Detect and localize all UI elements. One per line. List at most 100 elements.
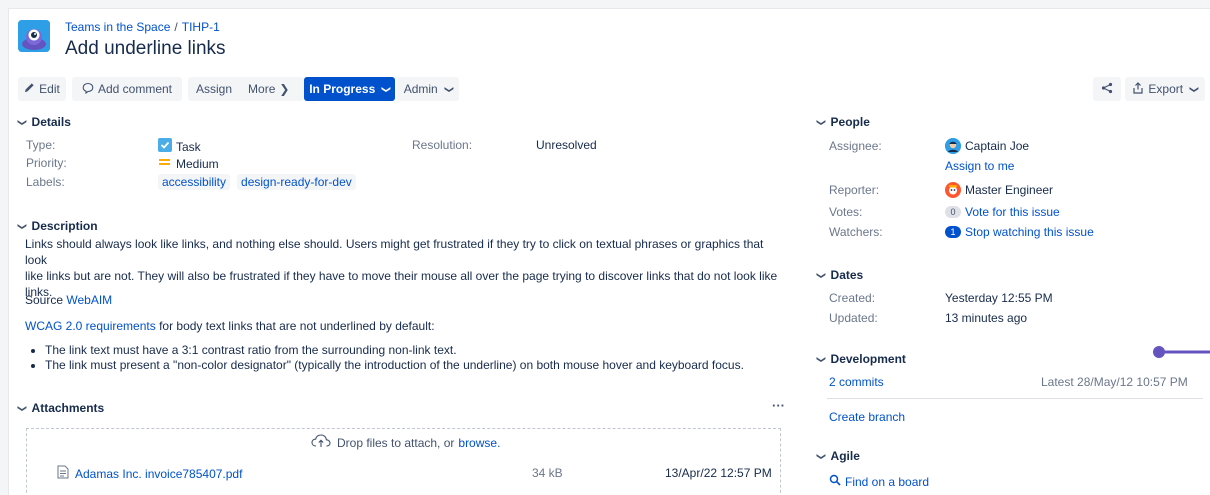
status-label: In Progress — [309, 82, 376, 96]
type-label: Type: — [26, 138, 56, 152]
assignee-value[interactable]: Captain Joe — [945, 138, 1029, 154]
agile-heading: Agile — [830, 449, 860, 463]
attachments-section-toggle[interactable]: ❯ Attachments — [17, 401, 104, 415]
attachment-file-link[interactable]: Adamas Inc. invoice785407.pdf — [75, 467, 242, 481]
export-button-label: Export — [1148, 82, 1184, 96]
details-section-toggle[interactable]: ❯ Details — [17, 115, 71, 129]
labels-list: accessibility design-ready-for-dev — [158, 174, 359, 190]
breadcrumb-project-link[interactable]: Teams in the Space — [65, 20, 170, 34]
stop-watching-link[interactable]: Stop watching this issue — [965, 225, 1094, 239]
reporter-value[interactable]: Master Engineer — [945, 182, 1053, 198]
people-heading: People — [830, 115, 870, 129]
watchers-value: 1 Stop watching this issue — [945, 225, 1094, 239]
description-line: like links but are not. They will also b… — [25, 269, 778, 283]
find-on-board-link[interactable]: Find on a board — [829, 474, 929, 489]
file-icon — [57, 465, 69, 482]
assign-button[interactable]: Assign — [188, 77, 240, 101]
description-heading: Description — [31, 219, 98, 233]
wcag-link[interactable]: WCAG 2.0 requirements — [25, 319, 156, 333]
description-line: links. — [25, 285, 53, 299]
export-button[interactable]: Export ❯ — [1125, 77, 1205, 101]
page-title: Add underline links — [65, 38, 226, 59]
description-line: Links should always look like links, and… — [25, 237, 764, 267]
type-value-text: Task — [176, 139, 201, 154]
avatar — [945, 182, 961, 198]
label-tag[interactable]: design-ready-for-dev — [237, 174, 356, 190]
chevron-down-icon: ❯ — [444, 85, 455, 93]
resolution-label: Resolution: — [412, 138, 473, 152]
priority-value-text: Medium — [176, 156, 219, 171]
export-icon — [1132, 81, 1144, 97]
priority-label: Priority: — [26, 156, 67, 170]
edit-button-label: Edit — [39, 82, 60, 96]
create-branch-link[interactable]: Create branch — [829, 410, 905, 424]
dates-heading: Dates — [830, 268, 864, 282]
assign-to-me-link[interactable]: Assign to me — [945, 159, 1014, 173]
reporter-name: Master Engineer — [965, 183, 1054, 197]
chevron-down-icon: ❯ — [279, 82, 290, 96]
type-value: Task — [158, 138, 201, 155]
chevron-down-icon: ❯ — [381, 85, 392, 93]
breadcrumb-issue-link[interactable]: TIHP-1 — [182, 20, 220, 34]
chevron-down-icon: ❯ — [1189, 85, 1200, 93]
updated-value: 13 minutes ago — [945, 311, 1028, 325]
chevron-down-icon: ❯ — [816, 271, 827, 279]
votes-count-badge: 0 — [945, 206, 961, 218]
source-line: Source WebAIM — [25, 292, 112, 308]
vote-link[interactable]: Vote for this issue — [965, 205, 1060, 219]
chevron-down-icon: ❯ — [816, 355, 827, 363]
webaim-link[interactable]: WebAIM — [66, 293, 112, 307]
source-prefix: Source — [25, 293, 64, 307]
dates-section-toggle[interactable]: ❯ Dates — [816, 268, 864, 282]
cloud-upload-icon — [311, 434, 331, 451]
admin-button-label: Admin — [403, 82, 438, 96]
share-button[interactable] — [1093, 77, 1121, 101]
pencil-icon — [24, 82, 35, 96]
assignee-label: Assignee: — [829, 139, 882, 153]
chevron-down-icon: ❯ — [17, 404, 28, 412]
edit-button[interactable]: Edit — [18, 77, 66, 101]
task-checkbox-icon — [158, 138, 172, 155]
votes-value: 0 Vote for this issue — [945, 205, 1060, 219]
avatar — [945, 138, 961, 154]
chevron-down-icon: ❯ — [816, 452, 827, 460]
wcag-line: WCAG 2.0 requirements for body text link… — [25, 318, 435, 334]
reporter-label: Reporter: — [829, 183, 880, 197]
description-paragraph: Links should always look like links, and… — [25, 236, 785, 300]
project-avatar-icon[interactable] — [18, 20, 50, 52]
development-section-toggle[interactable]: ❯ Development — [816, 352, 906, 366]
wcag-suffix: for body text links that are not underli… — [159, 319, 435, 333]
assignee-name: Captain Joe — [965, 139, 1030, 153]
watchers-label: Watchers: — [829, 225, 883, 239]
latest-commit-date: Latest 28/May/12 10:57 PM — [1041, 375, 1188, 389]
find-on-board-label: Find on a board — [845, 474, 930, 489]
status-in-progress-button[interactable]: In Progress ❯ — [304, 77, 395, 101]
list-item: The link must present a "non-color desig… — [45, 358, 744, 373]
list-item: The link text must have a 3:1 contrast r… — [45, 343, 744, 358]
updated-label: Updated: — [829, 311, 878, 325]
attachments-more-icon[interactable]: ··· — [772, 398, 785, 413]
votes-label: Votes: — [829, 205, 863, 219]
dropzone-label: Drop files to attach, or — [337, 435, 455, 450]
add-comment-label: Add comment — [97, 82, 173, 96]
created-value: Yesterday 12:55 PM — [945, 291, 1053, 305]
breadcrumb: Teams in the Space / TIHP-1 — [65, 20, 220, 34]
agile-section-toggle[interactable]: ❯ Agile — [816, 449, 860, 463]
development-heading: Development — [830, 352, 906, 366]
comment-icon — [82, 82, 94, 97]
chevron-down-icon: ❯ — [17, 222, 28, 230]
share-icon — [1101, 82, 1113, 97]
attachment-row[interactable]: Adamas Inc. invoice785407.pdf — [57, 465, 242, 482]
add-comment-button[interactable]: Add comment — [72, 77, 182, 101]
label-tag[interactable]: accessibility — [158, 174, 231, 190]
commits-link[interactable]: 2 commits — [829, 375, 884, 389]
people-section-toggle[interactable]: ❯ People — [816, 115, 870, 129]
breadcrumb-separator: / — [174, 20, 178, 34]
labels-label: Labels: — [26, 175, 65, 189]
admin-button[interactable]: Admin ❯ — [397, 77, 459, 101]
chevron-down-icon: ❯ — [17, 118, 28, 126]
description-section-toggle[interactable]: ❯ Description — [17, 219, 98, 233]
more-button[interactable]: More ❯ — [240, 77, 297, 101]
browse-link[interactable]: browse. — [458, 436, 500, 450]
priority-value: Medium — [158, 156, 219, 171]
